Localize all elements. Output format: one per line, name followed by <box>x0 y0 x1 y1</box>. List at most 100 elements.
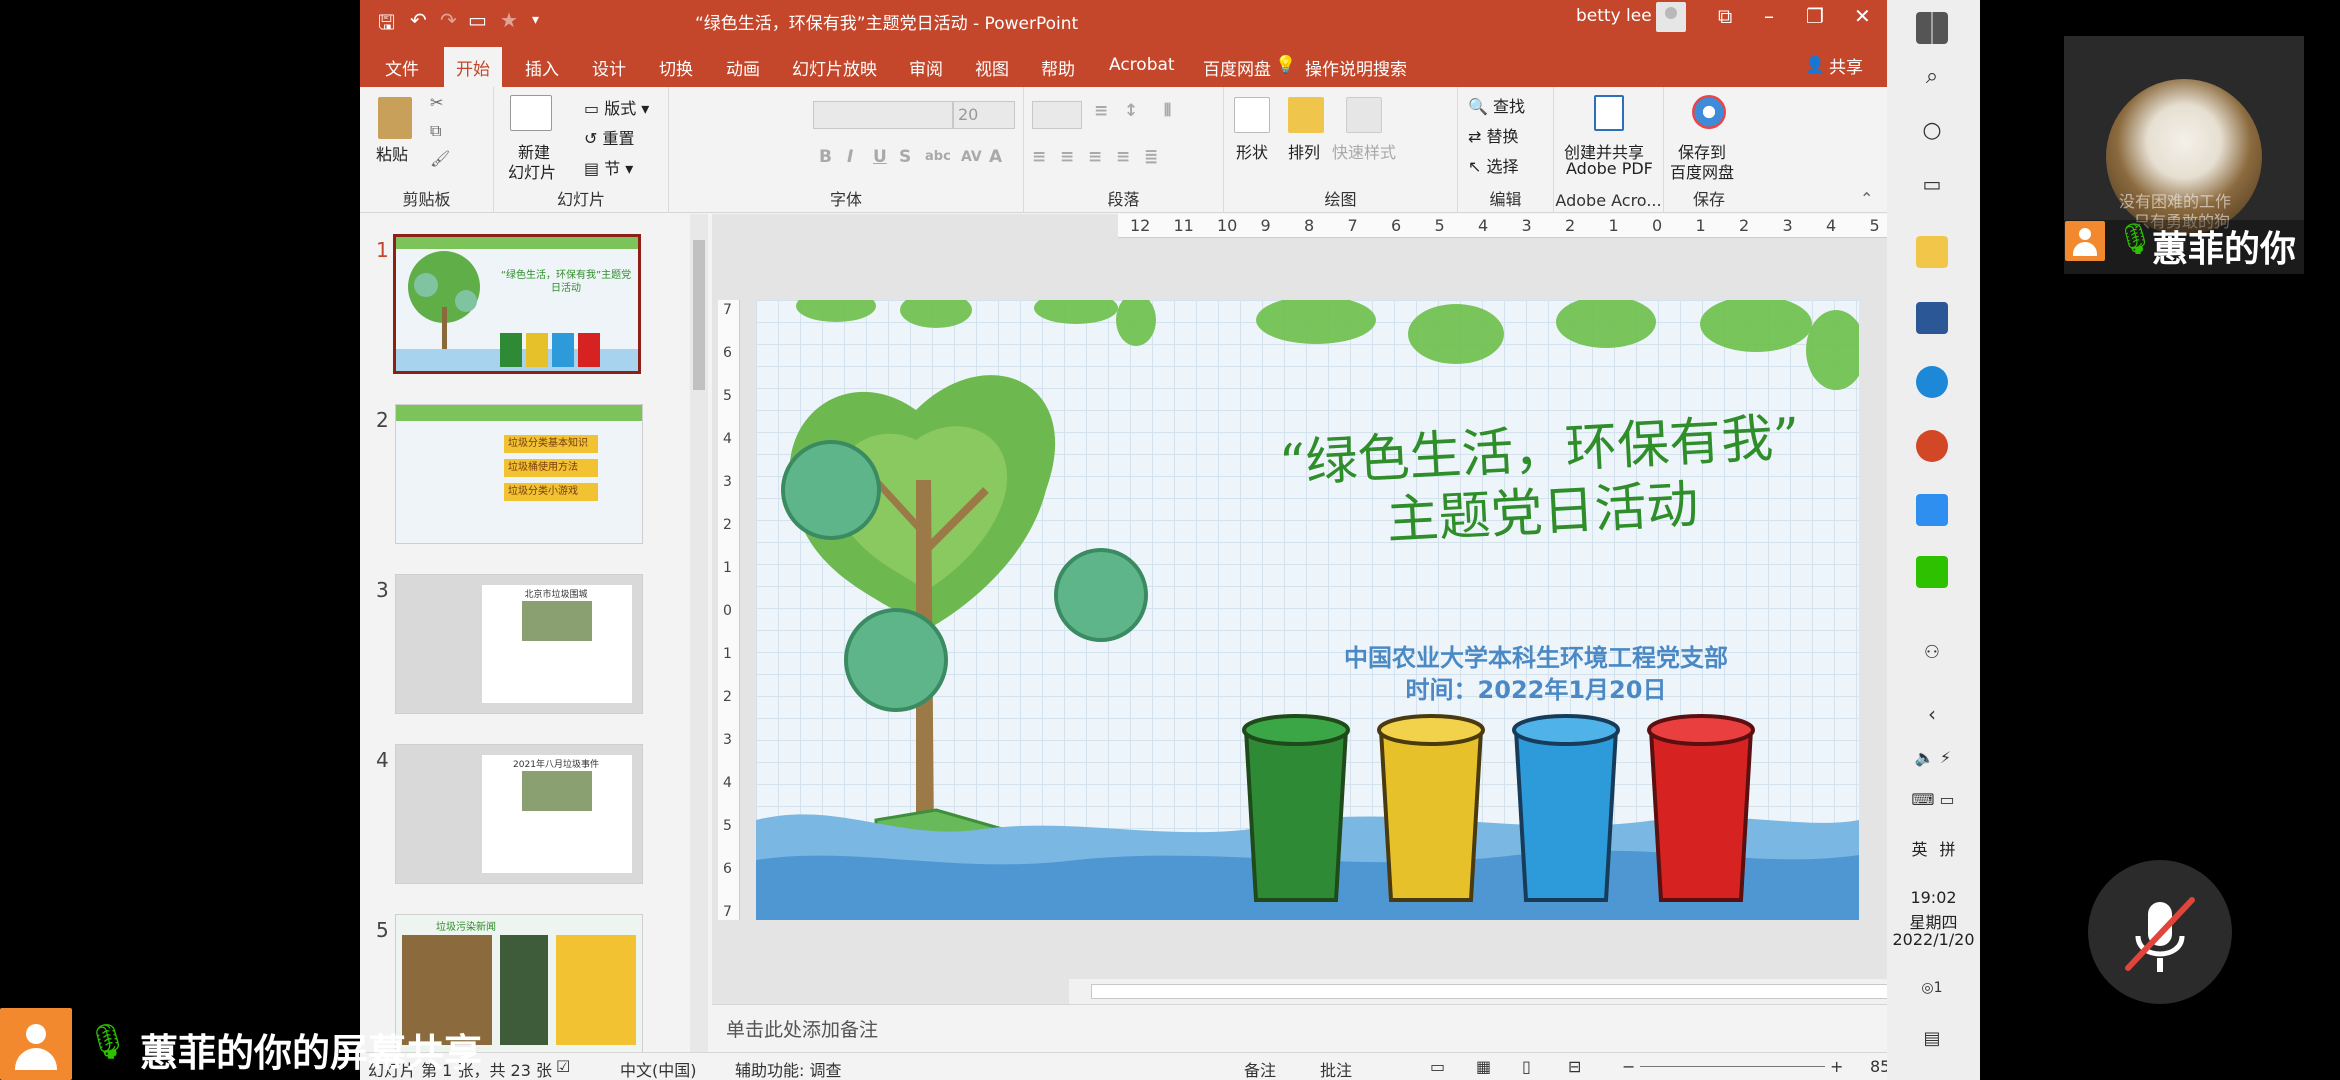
new-slide-label-2[interactable]: 幻灯片 <box>508 159 556 183</box>
align-right-icon[interactable]: ≡ <box>1088 147 1102 167</box>
columns-icon[interactable]: ⫴ <box>1164 101 1171 121</box>
justify-icon[interactable]: ≡ <box>1116 147 1130 167</box>
normal-view-icon[interactable]: ▭ <box>1430 1057 1445 1076</box>
undo-icon[interactable]: ↶ <box>410 8 427 32</box>
tab-insert[interactable]: 插入 <box>525 55 559 80</box>
zoom-in-icon[interactable]: + <box>1830 1057 1843 1076</box>
zoom-slider[interactable] <box>1640 1066 1825 1067</box>
clock-time[interactable]: 19:02 <box>1887 888 1980 907</box>
tab-home[interactable]: 开始 <box>444 47 502 90</box>
ribbon-display-icon[interactable]: ⧉ <box>1718 4 1732 28</box>
powerpoint-icon[interactable] <box>1916 430 1948 462</box>
line-spacing-icon[interactable]: ↕ <box>1124 101 1138 121</box>
edge-icon[interactable] <box>1916 366 1948 398</box>
customize-toolbar-icon[interactable]: ▾ <box>532 12 539 28</box>
slideshow-view-icon[interactable]: ⊟ <box>1568 1057 1581 1076</box>
file-explorer-icon[interactable] <box>1916 236 1948 268</box>
comments-button[interactable]: 批注 <box>1320 1057 1352 1080</box>
zoom-out-icon[interactable]: − <box>1622 1057 1635 1076</box>
adobe-pdf-icon[interactable] <box>1594 95 1624 131</box>
clock-date[interactable]: 2022/1/20 <box>1887 930 1980 949</box>
select-button[interactable]: ↖ 选择 <box>1468 153 1519 177</box>
thumbnail-scrollbar[interactable] <box>690 214 708 1052</box>
bullets-icon[interactable] <box>1032 101 1082 129</box>
format-painter-icon[interactable]: 🖌 <box>430 149 450 168</box>
baidu-pan-icon[interactable] <box>1692 95 1726 129</box>
reading-view-icon[interactable]: ▯ <box>1522 1057 1531 1076</box>
notes-placeholder[interactable]: 单击此处添加备注 <box>726 1015 878 1042</box>
copy-icon[interactable]: ⧉ <box>430 121 441 141</box>
horizontal-scroll-thumb[interactable] <box>1091 984 1887 999</box>
tab-baidu-pan[interactable]: 百度网盘 <box>1203 55 1271 80</box>
cut-icon[interactable]: ✂ <box>430 93 443 112</box>
section-button[interactable]: ▤ 节 ▾ <box>584 155 633 179</box>
bold-icon[interactable]: B <box>819 147 832 167</box>
font-color-icon[interactable]: A <box>989 147 1002 167</box>
tab-design[interactable]: 设计 <box>592 55 626 80</box>
action-center-icon[interactable]: ▤ <box>1916 1028 1948 1060</box>
numbering-icon[interactable]: ≡ <box>1094 101 1108 121</box>
save-to-label-2[interactable]: 百度网盘 <box>1670 159 1734 183</box>
font-name-combo[interactable] <box>813 101 953 129</box>
shapes-icon[interactable] <box>1234 97 1270 133</box>
search-icon[interactable]: ⌕ <box>1916 64 1948 96</box>
notes-button[interactable]: 备注 <box>1244 1057 1276 1080</box>
layout-button[interactable]: ▭ 版式 ▾ <box>584 95 649 119</box>
user-avatar[interactable] <box>1656 2 1686 32</box>
arrange-button[interactable]: 排列 <box>1288 139 1320 163</box>
language-indicator[interactable]: 中文(中国) <box>620 1057 697 1080</box>
cortana-icon[interactable]: ○ <box>1916 118 1948 150</box>
windows-start-icon[interactable] <box>1916 12 1948 44</box>
quick-styles-icon[interactable] <box>1346 97 1382 133</box>
meeting-app-icon[interactable] <box>1916 494 1948 526</box>
user-name[interactable]: betty lee <box>1576 6 1652 26</box>
slide-thumbnail-3[interactable]: 北京市垃圾围城 <box>395 574 643 714</box>
underline-icon[interactable]: U <box>873 147 887 167</box>
task-view-icon[interactable]: ▭ <box>1916 172 1948 204</box>
tab-slideshow[interactable]: 幻灯片放映 <box>792 55 877 80</box>
align-left-icon[interactable]: ≡ <box>1032 147 1046 167</box>
word-icon[interactable] <box>1916 302 1948 334</box>
close-icon[interactable]: ✕ <box>1854 4 1871 28</box>
zoom-level[interactable]: 85% <box>1870 1057 1887 1076</box>
tab-acrobat[interactable]: Acrobat <box>1109 55 1175 75</box>
minimize-icon[interactable]: – <box>1764 4 1774 28</box>
tell-me-search[interactable]: 操作说明搜索 <box>1305 55 1407 80</box>
tab-animations[interactable]: 动画 <box>726 55 760 80</box>
star-icon[interactable]: ★ <box>500 8 518 32</box>
arrange-icon[interactable] <box>1288 97 1324 133</box>
quick-styles-button[interactable]: 快速样式 <box>1332 139 1396 163</box>
people-icon[interactable]: ⚇ <box>1916 642 1948 674</box>
wifi-battery-icons[interactable]: ⌨ ▭ <box>1903 790 1963 822</box>
notes-pane[interactable]: 单击此处添加备注 <box>712 1004 1887 1052</box>
wechat-icon[interactable] <box>1916 556 1948 588</box>
shapes-button[interactable]: 形状 <box>1236 139 1268 163</box>
create-share-label-2[interactable]: Adobe PDF <box>1566 159 1653 178</box>
spell-check-icon[interactable]: ☑ <box>556 1057 570 1076</box>
ime-mode[interactable]: 拼 <box>1901 836 1994 860</box>
slide-canvas[interactable]: “绿色生活，环保有我” 主题党日活动 中国农业大学本科生环境工程党支部 时间：2… <box>756 300 1859 920</box>
replace-button[interactable]: ⇄ 替换 <box>1468 123 1519 147</box>
slide-thumbnail-1[interactable]: “绿色生活，环保有我”主题党日活动 <box>393 234 641 374</box>
italic-icon[interactable]: I <box>847 147 853 167</box>
redo-icon[interactable]: ↷ <box>440 8 457 32</box>
tab-transitions[interactable]: 切换 <box>659 55 693 80</box>
spacing-icon[interactable]: AV <box>961 149 982 165</box>
start-presentation-icon[interactable]: ▭ <box>468 8 487 32</box>
slide-thumbnail-2[interactable]: 垃圾分类基本知识 垃圾桶使用方法 垃圾分类小游戏 <box>395 404 643 544</box>
collapse-ribbon-icon[interactable]: ⌃ <box>1860 189 1873 208</box>
shadow-icon[interactable]: S <box>899 147 911 167</box>
show-hidden-icons[interactable]: ‹ <box>1916 702 1948 734</box>
new-slide-icon[interactable] <box>510 95 552 131</box>
volume-network-icons[interactable]: 🔈 ⚡ <box>1903 748 1963 780</box>
find-button[interactable]: 🔍 查找 <box>1468 93 1525 117</box>
notification-badge[interactable]: ◎1 <box>1916 980 1948 1012</box>
tab-file[interactable]: 文件 <box>385 55 419 80</box>
tab-view[interactable]: 视图 <box>975 55 1009 80</box>
distributed-icon[interactable]: ≣ <box>1144 147 1158 167</box>
thumbnail-scroll-thumb[interactable] <box>693 240 705 390</box>
maximize-icon[interactable]: ❐ <box>1806 4 1824 28</box>
paste-button[interactable]: 粘贴 <box>376 141 408 165</box>
share-button[interactable]: 共享 <box>1829 53 1863 78</box>
paste-icon[interactable] <box>378 97 412 139</box>
